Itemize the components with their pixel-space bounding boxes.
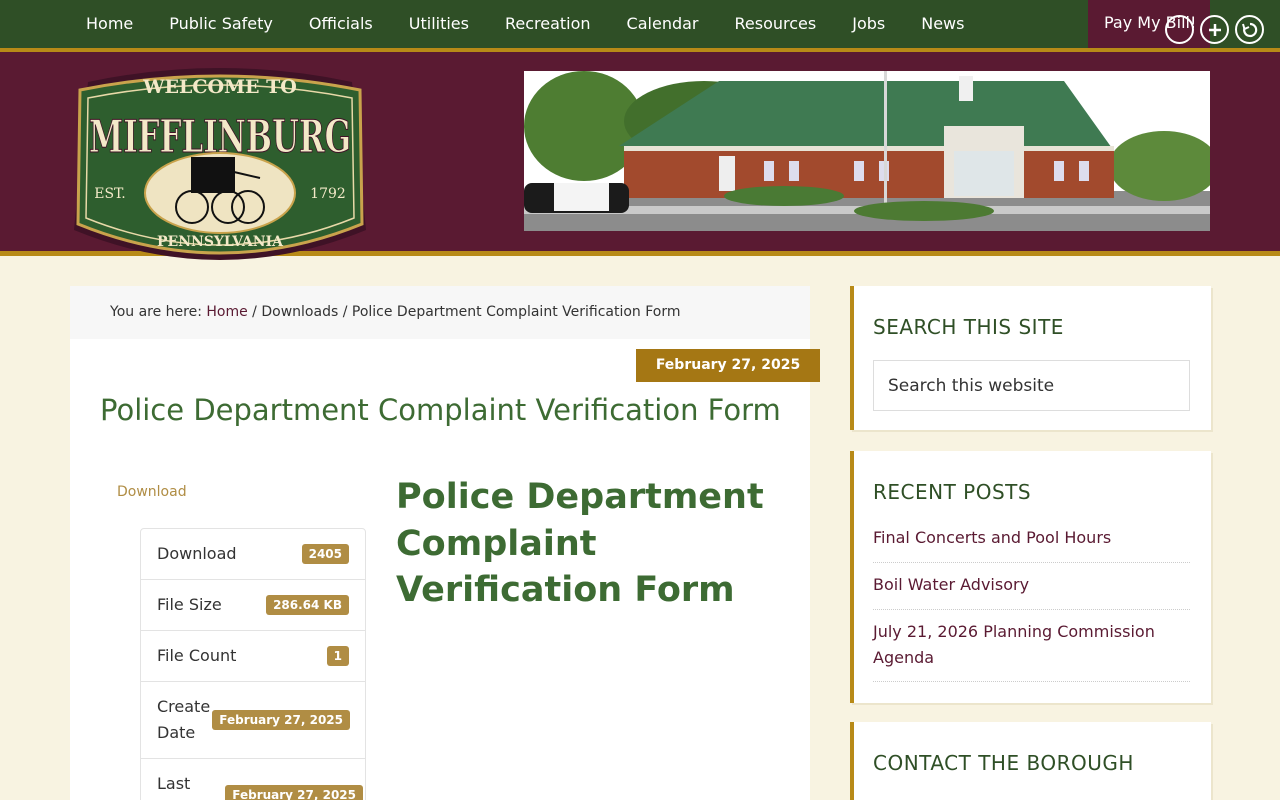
recent-posts-title: RECENT POSTS — [873, 480, 1032, 504]
nav-item-resources[interactable]: Resources — [717, 0, 835, 48]
contact-widget: CONTACT THE BOROUGH — [850, 722, 1211, 800]
file-size-label: File Size — [157, 595, 222, 614]
nav-item-home[interactable]: Home — [68, 0, 151, 48]
download-heading: Police Department Complaint Verification… — [396, 477, 764, 610]
create-date-label-line2: Date — [157, 723, 196, 742]
contact-widget-title: CONTACT THE BOROUGH — [873, 751, 1134, 775]
contrast-icon[interactable] — [1165, 15, 1194, 44]
file-size-badge: 286.64 KB — [266, 595, 349, 615]
download-count-badge: 2405 — [301, 544, 349, 564]
last-updated-badge: February 27, 2025 — [225, 785, 363, 800]
post-date-badge: February 27, 2025 — [636, 349, 820, 382]
breadcrumb: You are here: Home / Downloads / Police … — [70, 286, 810, 339]
search-input[interactable] — [873, 360, 1190, 411]
top-navigation: Home Public Safety Officials Utilities R… — [0, 0, 1280, 48]
recent-post-link[interactable]: Final Concerts and Pool Hours — [873, 525, 1190, 563]
nav-item-news[interactable]: News — [903, 0, 982, 48]
breadcrumb-home-link[interactable]: Home — [206, 304, 247, 320]
last-updated-label: Last — [157, 774, 191, 793]
search-widget: SEARCH THIS SITE — [850, 286, 1211, 430]
download-link[interactable]: Download — [117, 484, 187, 500]
download-info-box: Download 2405 File Size 286.64 KB File C… — [140, 528, 366, 800]
nav-item-public-safety[interactable]: Public Safety — [151, 0, 291, 48]
breadcrumb-current: Police Department Complaint Verification… — [351, 304, 681, 320]
breadcrumb-downloads[interactable]: Downloads — [261, 304, 338, 320]
info-row-file-count: File Count 1 — [141, 631, 365, 682]
create-date-label: Create Date — [157, 694, 210, 746]
page-title: Police Department Complaint Verification… — [100, 393, 781, 427]
mifflinburg-logo[interactable]: WELCOME TO MIFFLINBURG EST. 1792 PENNSYL… — [70, 60, 370, 270]
file-count-label: File Count — [157, 646, 237, 665]
logo-est-label: EST. — [94, 186, 126, 202]
info-row-last-updated: Last February 27, 2025 — [141, 759, 365, 800]
breadcrumb-separator: / — [247, 304, 262, 320]
create-date-badge: February 27, 2025 — [212, 710, 350, 730]
nav-item-utilities[interactable]: Utilities — [391, 0, 487, 48]
logo-year: 1792 — [310, 186, 346, 202]
create-date-label-line1: Create — [157, 697, 211, 716]
breadcrumb-separator: / — [338, 304, 352, 320]
recent-post-link[interactable]: Boil Water Advisory — [873, 572, 1190, 610]
info-row-download[interactable]: Download 2405 — [141, 529, 365, 580]
nav-item-recreation[interactable]: Recreation — [487, 0, 609, 48]
zoom-in-icon[interactable] — [1200, 15, 1229, 44]
download-label: Download — [157, 544, 237, 563]
borough-hall-photo — [524, 71, 1210, 231]
nav-item-calendar[interactable]: Calendar — [609, 0, 717, 48]
nav-menu: Home Public Safety Officials Utilities R… — [68, 0, 982, 48]
info-row-file-size: File Size 286.64 KB — [141, 580, 365, 631]
nav-item-officials[interactable]: Officials — [291, 0, 391, 48]
info-row-create-date: Create Date February 27, 2025 — [141, 682, 365, 759]
reset-icon[interactable] — [1235, 15, 1264, 44]
logo-state-text: PENNSYLVANIA — [157, 234, 284, 250]
recent-posts-widget: RECENT POSTS Final Concerts and Pool Hou… — [850, 451, 1211, 703]
breadcrumb-prefix: You are here: — [110, 304, 207, 320]
recent-post-link[interactable]: July 21, 2026 Planning Commission Agenda — [873, 619, 1190, 682]
nav-item-jobs[interactable]: Jobs — [834, 0, 903, 48]
logo-welcome-text: WELCOME TO — [142, 76, 297, 98]
file-count-badge: 1 — [326, 646, 349, 666]
search-widget-title: SEARCH THIS SITE — [873, 315, 1064, 339]
